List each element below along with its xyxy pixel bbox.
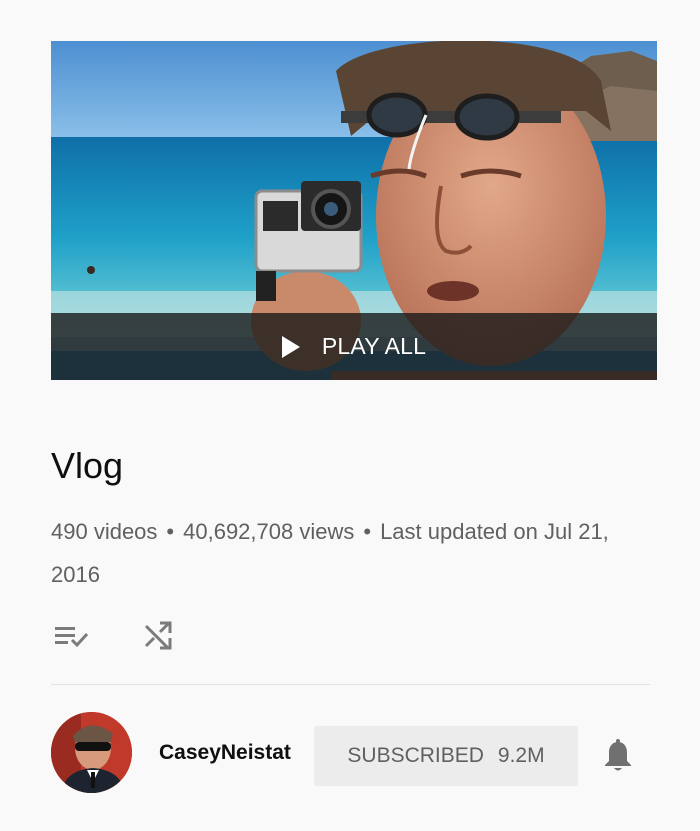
video-count: 490 videos [51, 519, 158, 544]
playlist-stats: 490 videos • 40,692,708 views • Last updated… [51, 510, 661, 596]
section-divider [51, 684, 650, 685]
play-all-button[interactable]: PLAY ALL [51, 313, 657, 380]
avatar-image [51, 712, 132, 793]
play-icon [281, 335, 300, 358]
shuffle-icon [144, 621, 172, 650]
playlist-check-icon [55, 627, 89, 648]
save-to-library-button[interactable] [51, 618, 91, 654]
notification-bell-button[interactable] [600, 738, 636, 774]
stats-separator: • [166, 519, 175, 544]
channel-name[interactable]: CaseyNeistat [159, 741, 291, 765]
playlist-actions [51, 618, 225, 654]
play-all-label: PLAY ALL [321, 333, 427, 359]
view-count: 40,692,708 views [183, 519, 355, 544]
subscribed-label: SUBSCRIBED [347, 744, 484, 767]
playlist-page: PLAY ALL Vlog 490 videos • 40,692,708 view… [0, 0, 700, 831]
subscribed-button[interactable]: SUBSCRIBED 9.2M [314, 726, 578, 786]
stats-separator: • [363, 519, 372, 544]
shuffle-button[interactable] [138, 618, 178, 654]
channel-avatar[interactable] [51, 712, 132, 793]
playlist-thumbnail[interactable]: PLAY ALL [51, 41, 657, 380]
notification-bell-icon [605, 739, 631, 771]
subscriber-count: 9.2M [497, 744, 545, 767]
playlist-title: Vlog [51, 445, 124, 486]
